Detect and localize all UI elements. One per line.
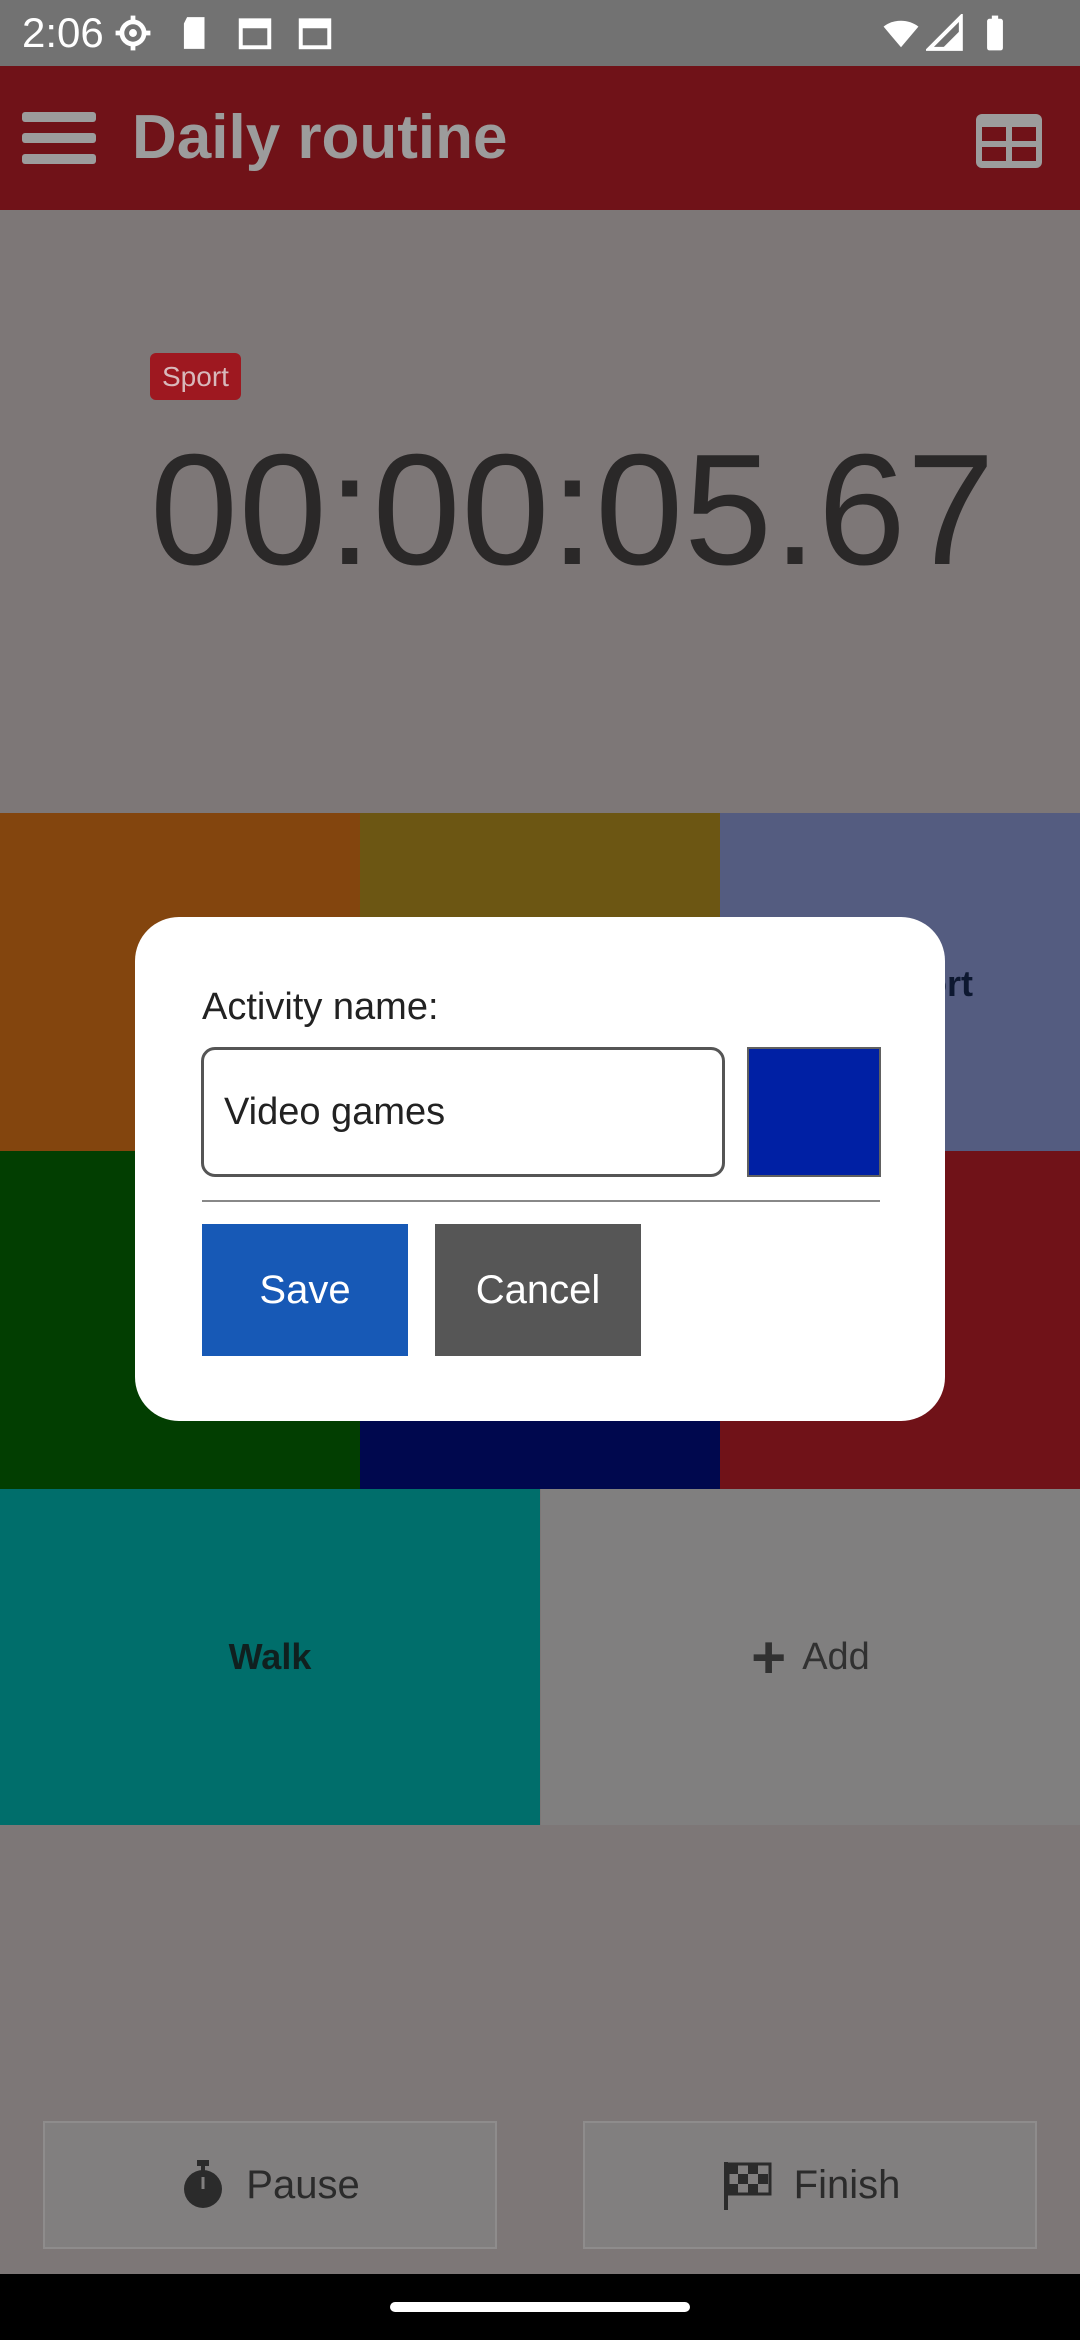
activity-tile-walk[interactable]: Walk bbox=[0, 1489, 540, 1825]
status-time: 2:06 bbox=[22, 9, 104, 56]
add-activity-button[interactable]: + Add bbox=[541, 1489, 1080, 1825]
wifi-icon bbox=[883, 20, 919, 48]
cancel-button[interactable]: Cancel bbox=[435, 1224, 641, 1356]
pause-label: Pause bbox=[246, 2162, 360, 2207]
edit-activity-dialog: Activity name: Save Cancel bbox=[135, 917, 945, 1421]
signal-icon bbox=[926, 14, 963, 51]
settings-icon bbox=[115, 15, 151, 51]
status-bar: 2:06 bbox=[0, 0, 1080, 66]
current-activity-badge: Sport bbox=[150, 353, 241, 400]
sd-card-icon bbox=[183, 17, 205, 49]
save-button[interactable]: Save bbox=[202, 1224, 408, 1356]
activity-tile-label: Walk bbox=[228, 1636, 312, 1677]
plus-icon: + bbox=[751, 1623, 787, 1691]
battery-icon bbox=[987, 15, 1003, 51]
activity-name-input[interactable] bbox=[201, 1047, 725, 1177]
calendar-icon bbox=[238, 18, 272, 50]
page-title: Daily routine bbox=[132, 103, 508, 172]
pause-button[interactable]: Pause bbox=[43, 2121, 497, 2249]
color-picker-swatch[interactable] bbox=[747, 1047, 881, 1177]
home-indicator[interactable] bbox=[390, 2302, 690, 2312]
finish-label: Finish bbox=[793, 2162, 901, 2207]
calendar-icon bbox=[298, 18, 332, 50]
add-activity-label: Add bbox=[802, 1635, 870, 1678]
hamburger-menu-icon[interactable] bbox=[22, 106, 96, 170]
checkered-flag-icon bbox=[723, 2162, 772, 2210]
stopwatch-icon bbox=[184, 2160, 223, 2208]
table-view-icon[interactable] bbox=[976, 114, 1042, 168]
app-bar: Daily routine bbox=[0, 66, 1080, 210]
finish-button[interactable]: Finish bbox=[583, 2121, 1037, 2249]
elapsed-timer: 00:00:05.67 bbox=[150, 422, 996, 598]
divider bbox=[202, 1200, 880, 1202]
activity-name-label: Activity name: bbox=[202, 986, 439, 1028]
